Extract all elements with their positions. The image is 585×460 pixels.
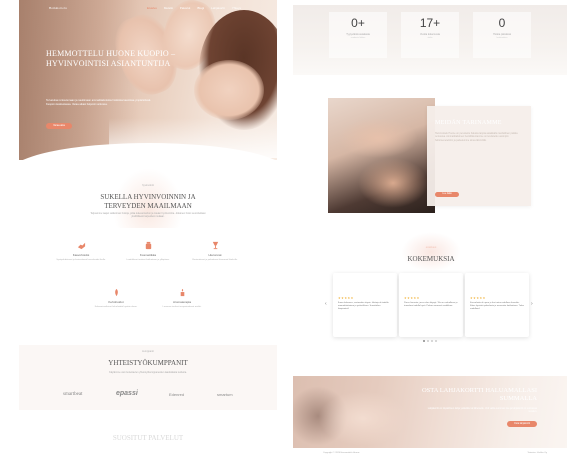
- feature-item: Hieronnat Rentouttavat ja palauttavat hi…: [185, 241, 245, 262]
- lamp-icon: [212, 241, 218, 250]
- stat-number: 17+: [419, 16, 441, 30]
- partner-logo[interactable]: Edenred: [169, 392, 184, 397]
- feature-item: Aromaterapia Luonnon tuoksut tasapainott…: [152, 288, 212, 309]
- testimonial-card: ★★★★★ Ihana kokemus, rentouduin täysin. …: [333, 273, 397, 337]
- stat-label: Hoitoa päivässä: [493, 33, 511, 36]
- about-text: Hemmottelu Huone on perustettu halusta t…: [435, 132, 518, 142]
- popular-services-title: SUOSITUT PALVELUT: [112, 434, 184, 442]
- testimonial-text: Kasvohoito oli upea ja iho tuntuu edelle…: [470, 302, 524, 310]
- hero-title: HEMMOTTELU HUONE KUOPIO – HYVINVOINTISI …: [46, 49, 176, 68]
- stat-label: Vuotta kokemusta: [420, 33, 440, 36]
- nav-item[interactable]: Etusivu: [147, 6, 157, 10]
- feature-title: Hieronnat: [208, 253, 222, 257]
- about-image-shape: [358, 158, 428, 208]
- testimonial-card: ★★★★★ Kasvohoito oli upea ja iho tuntuu …: [465, 273, 529, 337]
- nav-item[interactable]: Yhteys: [232, 6, 241, 10]
- carousel-dots: [423, 340, 437, 342]
- gift-text: Lahjakortti on täydellinen lahja ystäväl…: [427, 407, 537, 414]
- wellness-title: SUKELLA HYVINVOINNIN JA TERVEYDEN MAAILM…: [100, 193, 196, 210]
- carousel-dot[interactable]: [435, 340, 437, 342]
- feature-desc: Syväpuhdistavat ja kosteuttavat kasvohoi…: [56, 259, 106, 261]
- bottle-icon: [145, 241, 151, 250]
- hero-section: Hemmottelu Etusivu Meistä Palvelut Blogi Lah…: [19, 0, 277, 160]
- carousel-dot[interactable]: [431, 340, 433, 342]
- rating-stars: ★★★★★: [404, 296, 420, 300]
- about-image-shape: [338, 118, 418, 158]
- feature-item: Kehohoidot Kokonaisvaltaiset kehohoidot …: [86, 288, 146, 309]
- stat-card: 0 Hoitoa päivässä keskimäärin: [473, 12, 531, 58]
- partner-logo[interactable]: epassi: [116, 390, 138, 397]
- about-image: [328, 98, 435, 213]
- partners-text: Käytämme vain luotettavien yhteistyökump…: [109, 371, 187, 374]
- partner-logo[interactable]: smartum: [217, 392, 233, 397]
- section-eyebrow: kumppanit: [142, 350, 154, 353]
- nav-menu: Etusivu Meistä Palvelut Blogi Lahjakortti Yht…: [147, 6, 241, 10]
- testimonial-text: Paras hieronta, jossa olen käynyt. Tila …: [404, 302, 458, 307]
- feature-title: Aromaterapia: [172, 300, 191, 304]
- stat-card: 0+ Tyytyväistä asiakasta vuodesta lähtie…: [329, 12, 387, 58]
- testimonial-text: Ihana kokemus, rentouduin täysin. Hoitaj…: [338, 302, 389, 310]
- chevron-right-icon[interactable]: ›: [531, 301, 533, 307]
- read-more-button[interactable]: Lue lisää: [435, 192, 459, 197]
- lotus-watermark: [401, 232, 461, 272]
- hero-image-face: [194, 60, 264, 120]
- feature-title: Kehohoidot: [108, 300, 124, 304]
- rating-stars: ★★★★★: [470, 296, 486, 300]
- about-card: MEIDÄN TARINAMME Hemmottelu Huone on per…: [427, 106, 531, 206]
- gift-card-section: OSTA LAHJAKORTTI HALUAMALLASI SUMMALLA L…: [293, 376, 567, 448]
- wellness-text: Tarjoamme laajan valikoiman hoitoja, jot…: [90, 212, 206, 219]
- footer-credit[interactable]: Toteutus: Verkko Oy: [527, 452, 547, 454]
- hands-icon: [77, 242, 85, 250]
- feature-desc: Rentouttavat ja palauttavat hieronnat li…: [192, 259, 238, 261]
- stat-label: Tyytyväistä asiakasta: [346, 33, 370, 36]
- feature-desc: Laadukkaat tuotteet kotihoitoon ja ylläp…: [126, 259, 170, 261]
- right-page: 0+ Tyytyväistä asiakasta vuodesta lähtie…: [293, 0, 567, 460]
- stat-sub: vuodesta lähtien: [350, 37, 366, 39]
- top-navigation: Hemmottelu Etusivu Meistä Palvelut Blogi Lah…: [19, 4, 277, 14]
- partners-section: [19, 345, 277, 410]
- spa-icon: [114, 288, 118, 297]
- carousel-dot[interactable]: [427, 340, 429, 342]
- chevron-left-icon[interactable]: ‹: [325, 301, 327, 307]
- testimonials-title: KOKEMUKSIA: [407, 255, 455, 263]
- partner-logo[interactable]: smartbeat: [63, 392, 82, 397]
- stat-card: 17+ Vuotta kokemusta alalta: [401, 12, 459, 58]
- feature-item: Kosmetiikka Laadukkaat tuotteet kotihoit…: [118, 241, 178, 262]
- feature-title: Kosmetiikka: [139, 253, 157, 257]
- nav-item[interactable]: Blogi: [197, 6, 204, 10]
- feature-title: Kasvohoidot: [72, 253, 90, 257]
- testimonial-card: ★★★★★ Paras hieronta, jossa olen käynyt.…: [399, 273, 463, 337]
- stat-number: 0: [498, 16, 506, 30]
- hero-text: Tervetuloa rentoutumaan ja nauttimaan am…: [46, 99, 151, 106]
- stats-section: 0+ Tyytyväistä asiakasta vuodesta lähtie…: [293, 5, 567, 75]
- stat-number: 0+: [351, 16, 365, 30]
- carousel-dot[interactable]: [423, 340, 425, 342]
- stat-sub: alalta: [427, 37, 433, 39]
- feature-item: Kasvohoidot Syväpuhdistavat ja kosteutta…: [51, 241, 111, 262]
- footer-copyright: Copyright © 2024 Hemmottelu Huone: [323, 452, 360, 454]
- section-eyebrow: hyvinvointi: [142, 184, 154, 187]
- left-page: Hemmottelu Etusivu Meistä Palvelut Blogi Lah…: [19, 0, 277, 460]
- nav-item[interactable]: Lahjakortti: [211, 6, 225, 10]
- section-eyebrow: asiakkaat: [425, 246, 437, 249]
- about-title: MEIDÄN TARINAMME: [435, 120, 502, 126]
- book-appointment-button[interactable]: Varaa aika: [46, 123, 72, 129]
- feature-desc: Luonnon tuoksut tasapainottavat mieltä.: [162, 306, 202, 308]
- stat-sub: keskimäärin: [496, 37, 508, 39]
- nav-item[interactable]: Palvelut: [180, 6, 191, 10]
- buy-gift-card-button[interactable]: Osta lahjakortti: [507, 421, 537, 427]
- partners-title: YHTEISTYÖKUMPPANIT: [108, 359, 188, 367]
- site-logo[interactable]: Hemmottelu: [49, 6, 67, 10]
- rating-stars: ★★★★★: [338, 296, 354, 300]
- candle-icon: [180, 288, 184, 297]
- nav-item[interactable]: Meistä: [164, 6, 173, 10]
- gift-title: OSTA LAHJAKORTTI HALUAMALLASI SUMMALLA: [421, 387, 537, 402]
- feature-desc: Kokonaisvaltaiset kehohoidot hyvään oloo…: [94, 306, 138, 308]
